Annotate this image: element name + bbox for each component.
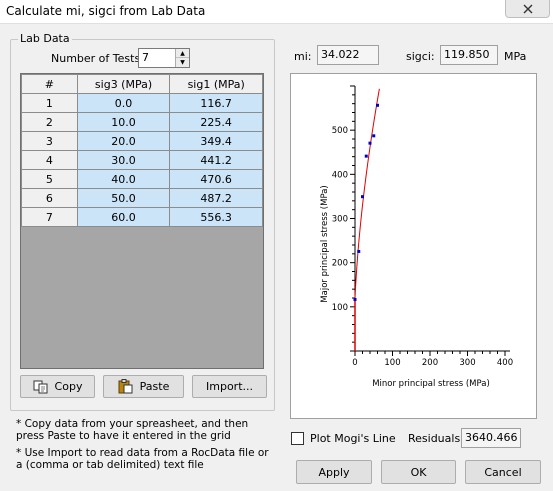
ok-label: OK (410, 465, 427, 479)
sig3-cell[interactable]: 20.0 (76, 131, 171, 151)
mi-value-field: 34.022 (317, 45, 379, 65)
row-number: 2 (21, 112, 78, 132)
plot-mogi-line-checkbox[interactable] (291, 432, 304, 445)
table-row: 7 60.0 556.3 (21, 207, 263, 227)
grid-header-row: # sig3 (MPa) sig1 (MPa) (21, 74, 263, 94)
copy-button[interactable]: Copy (20, 375, 95, 398)
sig3-cell[interactable]: 30.0 (76, 150, 171, 170)
paste-icon (118, 379, 133, 394)
data-point (361, 195, 364, 199)
x-tick-label: 0 (352, 358, 357, 368)
sig3-cell[interactable]: 10.0 (76, 112, 171, 132)
close-button[interactable] (505, 0, 550, 18)
sig1-cell[interactable]: 470.6 (169, 169, 263, 189)
data-point (376, 103, 379, 107)
x-tick-label: 200 (422, 358, 438, 368)
sig1-cell[interactable]: 225.4 (169, 112, 263, 132)
title-bar: Calculate mi, sigci from Lab Data (0, 0, 553, 24)
data-point (357, 249, 361, 253)
y-tick-label: 400 (332, 170, 348, 180)
row-number: 1 (21, 93, 78, 113)
apply-label: Apply (318, 465, 350, 479)
spinner-buttons: ▲ ▼ (175, 49, 189, 67)
data-point (368, 141, 372, 145)
row-number: 6 (21, 188, 78, 208)
number-of-tests-label: Number of Tests: (51, 52, 144, 65)
plot-mogi-line-label: Plot Mogi's Line (310, 432, 396, 445)
strength-envelope-plot: Major principal stress (MPa) Minor princ… (290, 73, 537, 419)
spin-down-icon[interactable]: ▼ (176, 58, 189, 67)
column-header-sig1: sig1 (MPa) (169, 74, 263, 94)
copy-paste-note: * Copy data from your spreasheet, and th… (16, 418, 249, 442)
y-tick-label: 500 (332, 126, 348, 136)
row-number: 3 (21, 131, 78, 151)
sig1-cell[interactable]: 487.2 (169, 188, 263, 208)
y-tick-label: 100 (332, 303, 348, 313)
sig1-cell[interactable]: 441.2 (169, 150, 263, 170)
x-tick-label: 400 (497, 358, 513, 368)
row-number: 7 (21, 207, 78, 227)
y-tick-label: 300 (332, 215, 348, 225)
fit-curve (354, 88, 380, 299)
ok-button[interactable]: OK (381, 460, 456, 484)
import-label: Import... (206, 380, 253, 393)
residuals-value-field: 3640.466 (461, 428, 521, 448)
table-row: 3 20.0 349.4 (21, 131, 263, 151)
import-button[interactable]: Import... (192, 375, 267, 398)
sig1-cell[interactable]: 349.4 (169, 131, 263, 151)
data-point (372, 134, 376, 138)
y-tick-label: 200 (332, 259, 348, 269)
residuals-label: Residuals: (408, 432, 464, 445)
strength-envelope-chart: Major principal stress (MPa) Minor princ… (320, 85, 513, 389)
table-row: 1 0.0 116.7 (21, 93, 263, 113)
sig1-cell[interactable]: 116.7 (169, 93, 263, 113)
paste-button[interactable]: Paste (103, 375, 184, 398)
sigci-value-field: 119.850 (440, 45, 498, 65)
x-tick-label: 300 (459, 358, 475, 368)
y-axis-title: Major principal stress (MPa) (320, 185, 330, 302)
sigci-label: sigci: (406, 50, 435, 63)
number-of-tests-spinner[interactable]: 7 ▲ ▼ (138, 48, 190, 68)
spin-up-icon[interactable]: ▲ (176, 49, 189, 58)
sigci-unit: MPa (504, 50, 527, 63)
column-header-index: # (21, 74, 78, 94)
column-header-sig3: sig3 (MPa) (76, 74, 171, 94)
table-row: 2 10.0 225.4 (21, 112, 263, 132)
table-row: 6 50.0 487.2 (21, 188, 263, 208)
data-point (364, 154, 368, 158)
sig1-cell[interactable]: 556.3 (169, 207, 263, 227)
apply-button[interactable]: Apply (296, 460, 372, 484)
lab-data-group-label: Lab Data (18, 32, 72, 45)
close-icon (523, 4, 532, 13)
lab-data-grid[interactable]: # sig3 (MPa) sig1 (MPa) 1 0.0 116.7 2 10… (20, 73, 264, 369)
table-row: 5 40.0 470.6 (21, 169, 263, 189)
row-number: 4 (21, 150, 78, 170)
sig3-cell[interactable]: 60.0 (76, 207, 171, 227)
sig3-cell[interactable]: 0.0 (76, 93, 171, 113)
copy-label: Copy (54, 380, 83, 393)
copy-icon (33, 380, 48, 393)
number-of-tests-value: 7 (142, 51, 149, 64)
sig3-cell[interactable]: 40.0 (76, 169, 171, 189)
cancel-label: Cancel (484, 465, 522, 479)
table-row: 4 30.0 441.2 (21, 150, 263, 170)
cancel-button[interactable]: Cancel (465, 460, 541, 484)
row-number: 5 (21, 169, 78, 189)
import-note: * Use Import to read data from a RocData… (16, 447, 269, 471)
mi-label: mi: (294, 50, 312, 63)
data-point (353, 297, 357, 301)
sig3-cell[interactable]: 50.0 (76, 188, 171, 208)
paste-label: Paste (139, 380, 170, 393)
x-axis-title: Minor principal stress (MPa) (372, 379, 490, 389)
x-tick-label: 100 (384, 358, 400, 368)
window-title: Calculate mi, sigci from Lab Data (6, 4, 206, 18)
